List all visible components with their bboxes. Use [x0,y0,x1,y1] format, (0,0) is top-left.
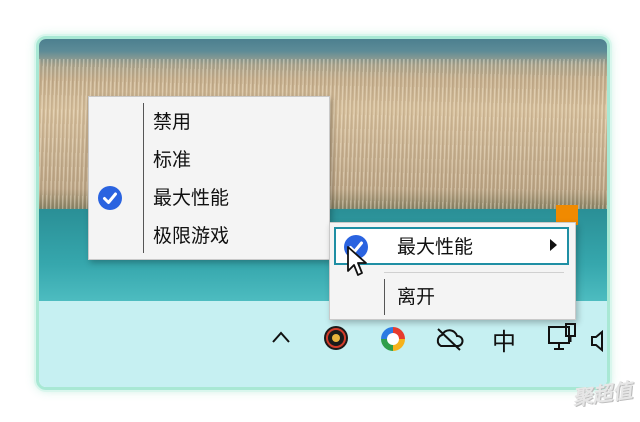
copilot-icon[interactable] [379,325,407,353]
menu-item-standard[interactable]: 标准 [153,141,191,179]
ime-indicator[interactable]: 中 [492,322,516,357]
tray-context-menu: 最大性能 离开 [329,222,576,320]
checkmark-icon [98,186,122,210]
menu-gutter-divider [384,279,385,315]
submenu-arrow-icon [550,239,557,251]
menu-item-label: 最大性能 [397,236,474,258]
menu-gutter-divider [143,103,144,253]
chevron-up-icon[interactable] [270,328,292,346]
menu-item-max-performance[interactable]: 最大性能 [153,179,229,217]
network-icon[interactable] [546,322,580,356]
performance-submenu: 禁用 标准 最大性能 极限游戏 [88,96,330,260]
menu-separator [384,272,564,273]
menu-item-disable[interactable]: 禁用 [153,103,191,141]
menu-item-leave[interactable]: 离开 [397,278,435,316]
menu-item-extreme-gaming[interactable]: 极限游戏 [153,217,229,255]
cloud-off-icon[interactable] [433,326,465,352]
speaker-icon[interactable] [590,330,604,352]
mouse-pointer-icon [347,246,367,276]
qnap-app-icon[interactable] [323,325,349,351]
